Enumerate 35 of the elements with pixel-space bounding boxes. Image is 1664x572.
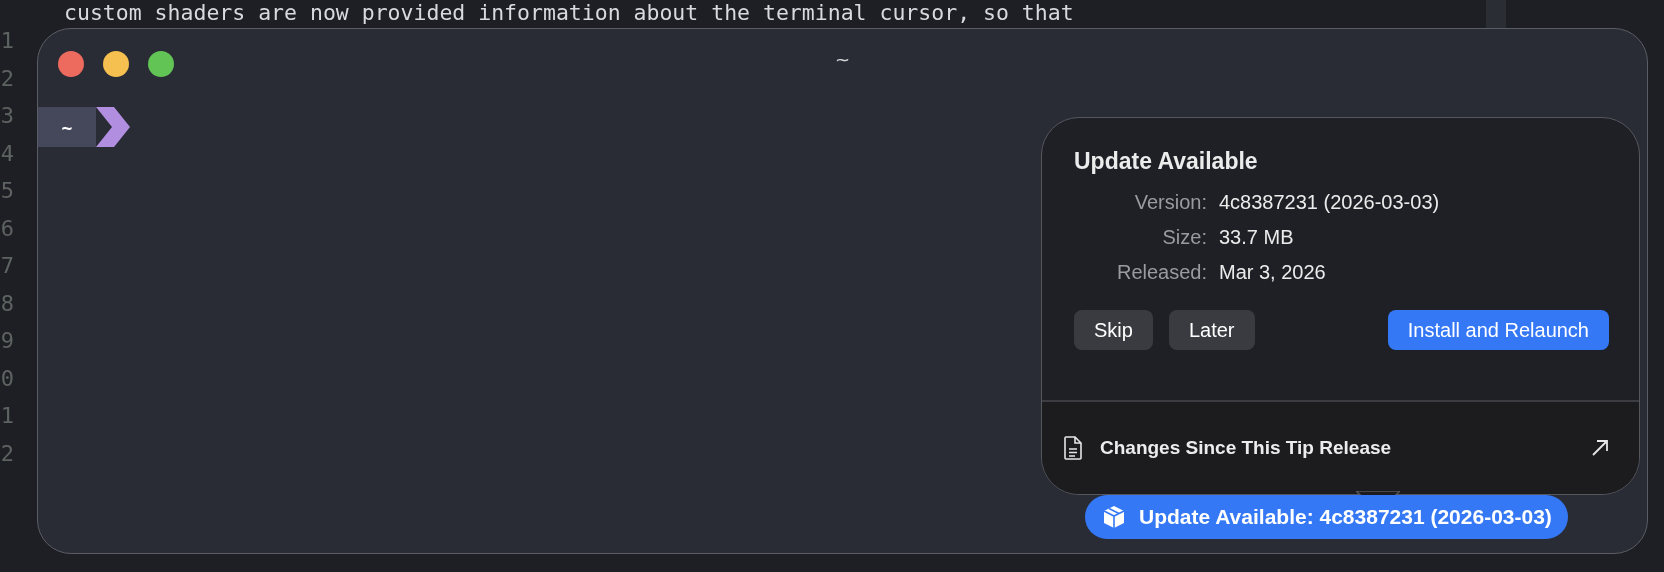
window-title: ~ xyxy=(834,49,851,70)
update-badge[interactable]: Update Available: 4c8387231 (2026-03-03) xyxy=(1085,495,1568,539)
secondary-button[interactable]: Later xyxy=(1168,310,1255,350)
badge-label: Update Available: 4c8387231 (2026-03-03) xyxy=(1139,505,1552,529)
detail-value: 33.7 MB xyxy=(1219,226,1294,249)
popover-title: Update Available xyxy=(1074,148,1259,175)
secondary-button[interactable]: Skip xyxy=(1074,310,1153,350)
line-number: 4 xyxy=(0,139,14,168)
line-number: 5 xyxy=(0,177,14,205)
line-number: 6 xyxy=(0,214,14,243)
zoom-button[interactable] xyxy=(148,51,174,77)
line-number: 8 xyxy=(0,289,14,318)
detail-label: Version: xyxy=(1133,191,1207,214)
minimize-button[interactable] xyxy=(103,51,129,77)
line-number: 3 xyxy=(0,102,14,130)
changes-link[interactable]: Changes Since This Tip Release xyxy=(1100,437,1591,459)
chevron-icon xyxy=(96,107,130,147)
line-number: 2 xyxy=(0,439,14,468)
detail-value: 4c8387231 (2026-03-03) xyxy=(1219,191,1440,214)
code-line: custom shaders are now provided information about the terminal cursor, so that xyxy=(64,0,1074,26)
detail-label: Released: xyxy=(1115,261,1207,284)
line-number: 9 xyxy=(0,327,14,355)
package-icon xyxy=(1101,504,1127,530)
line-number: 1 xyxy=(0,402,14,430)
line-number: 7 xyxy=(0,252,14,280)
line-number: 2 xyxy=(0,64,14,93)
document-icon xyxy=(1064,436,1082,460)
line-number: 0 xyxy=(0,364,14,393)
install-button[interactable]: Install and Relaunch xyxy=(1387,310,1609,350)
prompt-segment: ~ xyxy=(38,107,96,147)
detail-label: Size: xyxy=(1161,226,1207,249)
close-button[interactable] xyxy=(58,51,84,77)
detail-value: Mar 3, 2026 xyxy=(1219,261,1326,284)
arrow-icon[interactable] xyxy=(1591,439,1609,457)
line-number: 1 xyxy=(0,27,14,55)
